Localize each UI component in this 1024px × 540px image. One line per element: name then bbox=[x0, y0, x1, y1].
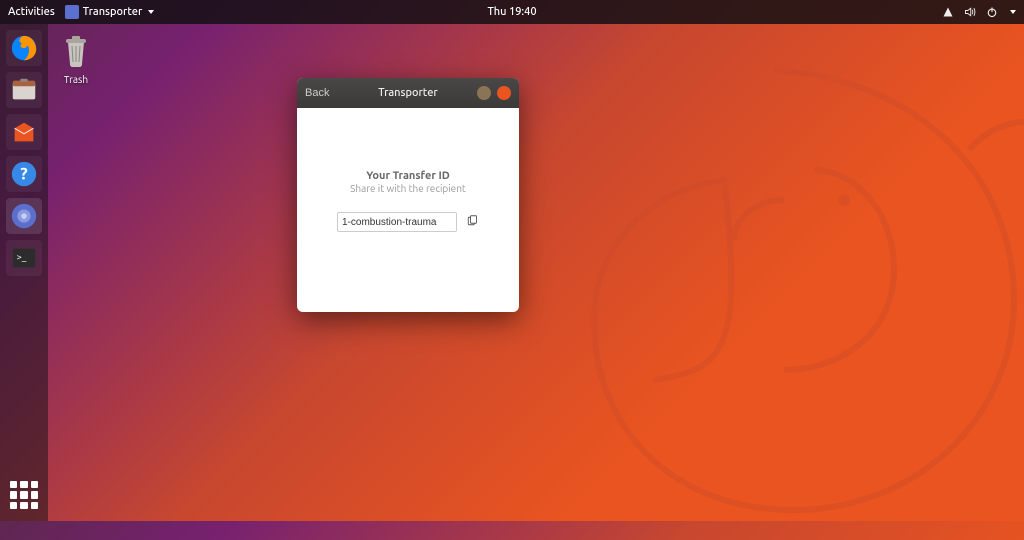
dock-item-help[interactable]: ? bbox=[6, 156, 42, 192]
trash-icon bbox=[60, 32, 92, 68]
help-icon: ? bbox=[9, 159, 39, 189]
minimize-button[interactable] bbox=[477, 86, 491, 100]
terminal-icon: >_ bbox=[9, 243, 39, 273]
window-content: Your Transfer ID Share it with the recip… bbox=[297, 108, 519, 232]
transfer-id-field[interactable] bbox=[337, 212, 457, 232]
firefox-icon bbox=[9, 33, 39, 63]
window-title: Transporter bbox=[378, 87, 437, 99]
back-button[interactable]: Back bbox=[305, 87, 329, 99]
transfer-id-subheading: Share it with the recipient bbox=[297, 183, 519, 194]
chevron-down-icon bbox=[148, 10, 154, 14]
transfer-id-heading: Your Transfer ID bbox=[297, 170, 519, 182]
close-button[interactable] bbox=[497, 86, 511, 100]
copy-button[interactable] bbox=[465, 215, 479, 229]
dock-item-software[interactable] bbox=[6, 114, 42, 150]
top-panel: Activities Transporter Thu 19:40 bbox=[0, 0, 1024, 24]
files-icon bbox=[9, 75, 39, 105]
dock-item-transporter[interactable] bbox=[6, 198, 42, 234]
wallpaper-art bbox=[474, 20, 1024, 540]
trash-label: Trash bbox=[60, 74, 92, 85]
svg-text:>_: >_ bbox=[17, 251, 27, 262]
dock-item-terminal[interactable]: >_ bbox=[6, 240, 42, 276]
activities-button[interactable]: Activities bbox=[8, 6, 55, 18]
volume-icon bbox=[964, 6, 976, 18]
desktop-trash[interactable]: Trash bbox=[60, 32, 92, 85]
transporter-icon bbox=[9, 201, 39, 231]
app-menu-button[interactable]: Transporter bbox=[65, 5, 154, 19]
show-applications-button[interactable] bbox=[10, 481, 38, 509]
copy-icon bbox=[466, 215, 478, 227]
app-menu-label: Transporter bbox=[83, 6, 142, 18]
clock-button[interactable]: Thu 19:40 bbox=[487, 6, 536, 18]
software-icon bbox=[9, 117, 39, 147]
network-icon bbox=[942, 6, 954, 18]
window-titlebar[interactable]: Back Transporter bbox=[297, 78, 519, 108]
chevron-down-icon bbox=[1010, 10, 1016, 14]
transporter-window: Back Transporter Your Transfer ID Share … bbox=[297, 78, 519, 312]
dock-item-firefox[interactable] bbox=[6, 30, 42, 66]
svg-text:?: ? bbox=[20, 165, 27, 184]
transporter-app-icon bbox=[65, 5, 79, 19]
power-icon bbox=[986, 6, 998, 18]
dock: ? >_ bbox=[0, 24, 48, 521]
dock-item-files[interactable] bbox=[6, 72, 42, 108]
system-status-area[interactable] bbox=[942, 6, 1016, 18]
